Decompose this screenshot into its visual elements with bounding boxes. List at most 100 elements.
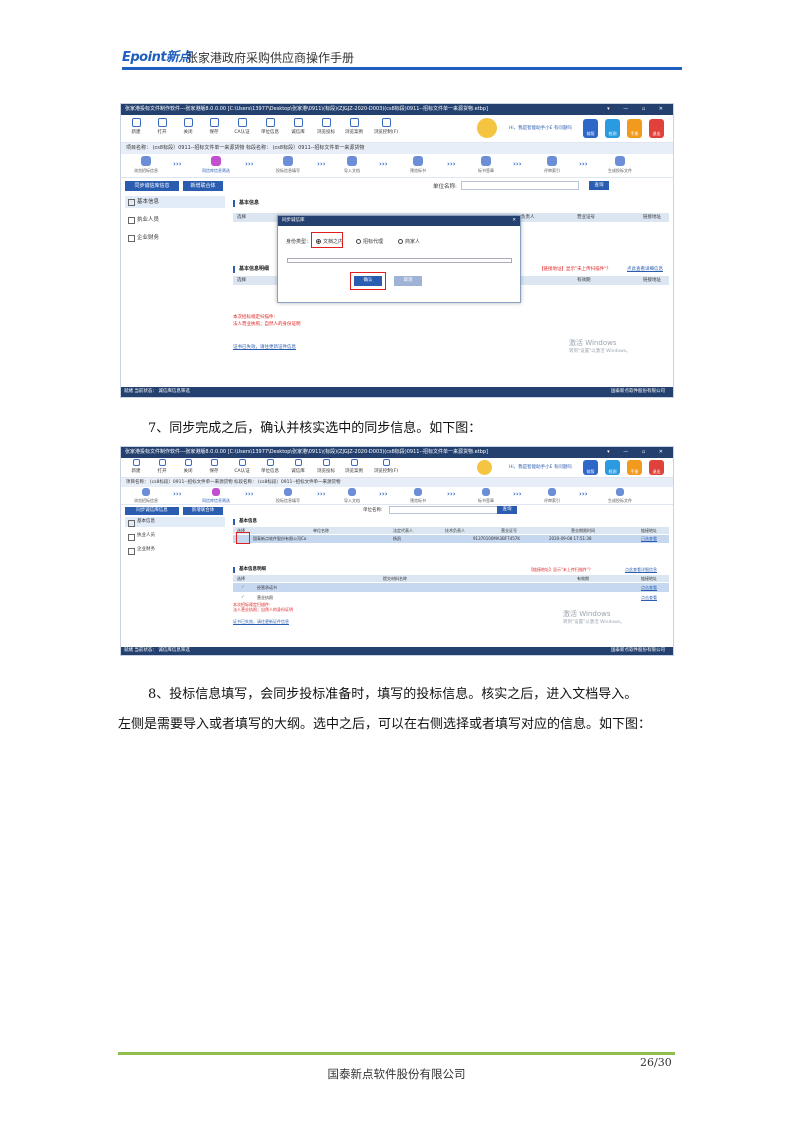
close-button[interactable]: 关闭	[177, 459, 199, 474]
step-generate[interactable]: 生成投标文件	[597, 488, 643, 504]
step-credit-filter[interactable]: 同信库信息筛选	[193, 488, 239, 504]
manual-tile[interactable]: 手册	[627, 119, 642, 138]
sidebar-item-basic[interactable]: 基本信息	[125, 517, 225, 527]
view-control-button[interactable]: 浏览控制(F)	[371, 459, 401, 474]
step-bid-info[interactable]: 投标信息填写	[265, 156, 311, 174]
assistant-mascot-icon[interactable]	[477, 460, 492, 475]
step-view-tender[interactable]: 浏览招标信息	[123, 488, 169, 504]
scan-tip: 【链接地址】显示"未上传扫描件"？	[539, 267, 611, 272]
radio-tender-agent[interactable]: 招标代理	[356, 238, 383, 245]
credit-lib-button[interactable]: 诚信库	[287, 459, 309, 474]
step-bid-info[interactable]: 投标信息填写	[265, 488, 311, 504]
table-row[interactable]: 国泰新点软件股份有限公司Ca 杨凯 91370100MA3BF7457K 202…	[233, 535, 669, 543]
close-icon	[184, 459, 192, 466]
manual-tile[interactable]: 手册	[627, 460, 642, 475]
prev-version-tile[interactable]: 前版	[583, 460, 598, 475]
table-row[interactable]: ✓ 营业执照 点击查看	[233, 593, 669, 602]
doc-icon	[321, 118, 331, 127]
save-icon	[209, 118, 219, 127]
table-row[interactable]: ✓ 经营承诺书 点击查看	[233, 583, 669, 592]
new-button[interactable]: 新建	[125, 459, 147, 474]
step-arrow-icon: ›››	[317, 490, 326, 498]
detail-table-header: 选择 提交材料名称 有效期 链接地址	[233, 575, 669, 582]
app-body: 同步诚信库信息 新增联合体 基本信息 执业人员 企业财务 单位名称: 查询 基本…	[121, 505, 673, 635]
close-icon	[183, 118, 193, 127]
sidebar-item-staff[interactable]: 执业人员	[125, 214, 225, 226]
step-arrow-icon: ›››	[173, 160, 182, 168]
window-controls[interactable]: ▾ — ▫ ✕	[607, 104, 669, 115]
page-header: Epoint新点 张家港政府采购供应商操作手册	[122, 43, 682, 70]
assistant-mascot-icon[interactable]	[477, 118, 497, 138]
unit-info-button[interactable]: 单位信息	[259, 459, 281, 474]
exit-tile[interactable]: 退出	[649, 119, 664, 138]
form-icon	[283, 156, 293, 166]
identity-type-label: 身份类型：	[286, 239, 312, 245]
query-button[interactable]: 查询	[497, 506, 517, 514]
save-button[interactable]: 保存	[203, 118, 225, 135]
step-review-index[interactable]: 评审索引	[529, 488, 575, 504]
view-case-button[interactable]: 浏览案例	[343, 118, 365, 135]
sidebar-item-basic[interactable]: 基本信息	[125, 196, 225, 208]
open-button[interactable]: 打开	[151, 118, 173, 135]
view-case-button[interactable]: 浏览案例	[343, 459, 365, 474]
app-titlebar: 张家港投标文件制作软件---张家港版8.0.0.00 [C:\Users\139…	[121, 447, 673, 458]
step-arrow-icon: ›››	[447, 490, 456, 498]
update-cert-link[interactable]: 证书已失效，请往更新证件信息	[233, 619, 289, 624]
add-consortium-button[interactable]: 新增联合体	[183, 507, 223, 515]
window-controls[interactable]: ▾ — ▫ ✕	[607, 447, 669, 458]
sync-credit-button[interactable]: 同步诚信库信息	[125, 181, 179, 191]
app-screenshot-verify: 张家港投标文件制作软件---张家港版8.0.0.00 [C:\Users\139…	[120, 446, 674, 656]
save-button[interactable]: 保存	[203, 459, 225, 474]
check-icon: ✓	[241, 585, 245, 590]
unit-info-button[interactable]: 单位信息	[259, 118, 281, 135]
update-cert-link[interactable]: 证书已失效，请往更新证件信息	[233, 344, 296, 351]
view-control-button[interactable]: 浏览控制(F)	[371, 118, 401, 135]
step-8-paragraph-cont: 左侧是需要导入或者填写的大纲。选中之后，可以在右侧选择或者填写对应的信息。如下图…	[118, 717, 652, 732]
step-arrow-icon: ›››	[245, 160, 254, 168]
preview-icon	[413, 156, 423, 166]
unit-name-input[interactable]	[389, 506, 507, 514]
close-button[interactable]: 关闭	[177, 118, 199, 135]
ca-button[interactable]: CA认证	[231, 459, 253, 474]
cancel-button[interactable]: 取消	[394, 276, 422, 286]
step-sign[interactable]: 标书签章	[463, 156, 509, 174]
scan-tip: 【链接地址】显示"未上传扫描件"？	[529, 567, 593, 572]
add-consortium-button[interactable]: 新增联合体	[183, 181, 223, 191]
check-tile[interactable]: 检测	[605, 119, 620, 138]
query-button[interactable]: 查询	[589, 181, 609, 190]
doc-icon	[382, 459, 390, 466]
dialog-close-icon[interactable]: ✕	[512, 216, 516, 226]
radio-merchant[interactable]: 商家人	[398, 238, 420, 245]
step-credit-filter[interactable]: 同信库信息筛选	[193, 156, 239, 174]
import-icon	[347, 156, 357, 166]
sync-credit-button[interactable]: 同步诚信库信息	[125, 507, 179, 515]
credit-lib-button[interactable]: 诚信库	[287, 118, 309, 135]
view-bid-button[interactable]: 浏览投标	[315, 118, 337, 135]
prev-version-tile[interactable]: 前版	[583, 119, 598, 138]
header-divider	[122, 67, 682, 70]
assistant-greeting: Hi，我是智能助手小E 有问题吗	[509, 465, 572, 470]
exit-tile[interactable]: 退出	[649, 460, 664, 475]
step-import-doc[interactable]: 导入文档	[329, 488, 375, 504]
sidebar-item-finance[interactable]: 企业财务	[125, 545, 225, 555]
app-screenshot-sync: 张家港投标文件制作软件---张家港版8.0.0.00 [C:\Users\139…	[120, 103, 674, 398]
view-bid-button[interactable]: 浏览投标	[315, 459, 337, 474]
step-7-paragraph: 7、同步完成之后，确认并核实选中的同步信息。如下图：	[148, 421, 482, 436]
step-sign[interactable]: 标书签章	[463, 488, 509, 504]
manual-title: 张家港政府采购供应商操作手册	[186, 51, 355, 65]
new-button[interactable]: 新建	[125, 118, 147, 135]
check-tile[interactable]: 检测	[605, 460, 620, 475]
step-generate[interactable]: 生成投标文件	[597, 156, 643, 174]
ca-button[interactable]: CA认证	[231, 118, 253, 135]
unit-name-input[interactable]	[461, 181, 579, 190]
detail-link[interactable]: 点此查看详细信息	[627, 266, 663, 272]
step-import-doc[interactable]: 导入文档	[329, 156, 375, 174]
step-review-index[interactable]: 评审索引	[529, 156, 575, 174]
step-preview[interactable]: 预览标书	[395, 156, 441, 174]
sidebar-item-staff[interactable]: 执业人员	[125, 531, 225, 541]
detail-link[interactable]: 点此查看详细信息	[625, 567, 657, 573]
sidebar-item-finance[interactable]: 企业财务	[125, 232, 225, 244]
step-preview[interactable]: 预览标书	[395, 488, 441, 504]
open-button[interactable]: 打开	[151, 459, 173, 474]
step-view-tender[interactable]: 浏览招标信息	[123, 156, 169, 174]
